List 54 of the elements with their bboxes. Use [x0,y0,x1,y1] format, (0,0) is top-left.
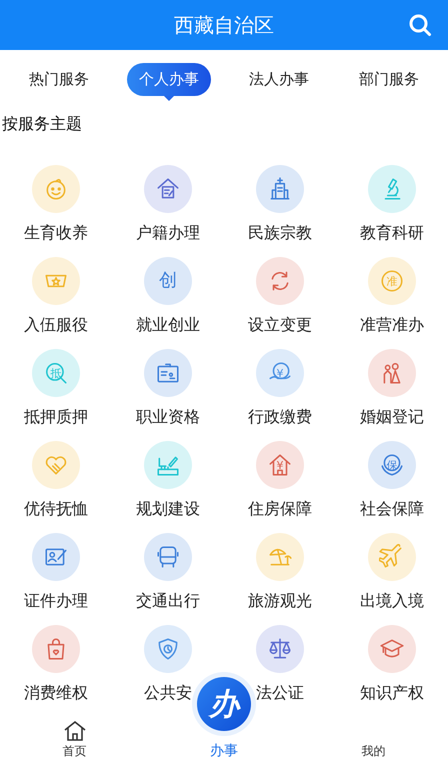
icon-circle[interactable] [144,533,192,581]
service-label[interactable]: 行政缴费 [248,407,312,428]
header-title: 西藏自治区 [174,12,274,38]
icon-circle[interactable] [256,625,304,673]
icon-character: ¥ [276,460,284,470]
service-label[interactable]: 旅游观光 [248,591,312,612]
center-action-button[interactable]: 办 [197,677,251,731]
icon-circle[interactable] [32,625,80,673]
icon-circle[interactable] [144,625,192,673]
service-label[interactable]: 户籍办理 [136,223,200,244]
service-label[interactable]: 消费维权 [24,683,88,704]
icon-circle[interactable] [144,441,192,489]
service-label[interactable]: 交通出行 [136,591,200,612]
icon-circle[interactable] [256,257,304,305]
nav-label[interactable]: 我的 [361,743,386,760]
tab-pointer-icon [164,96,174,100]
icon-circle[interactable] [256,165,304,213]
icon-character: ¥ [276,368,284,378]
search-icon[interactable] [408,13,432,37]
service-label[interactable]: 生育收养 [24,223,88,244]
service-label[interactable]: 教育科研 [360,223,424,244]
service-label[interactable]: 出境入境 [360,591,424,612]
service-label[interactable]: 规划建设 [136,499,200,520]
service-label[interactable]: 知识产权 [360,683,424,704]
service-label[interactable]: 法公证 [256,683,304,704]
icon-circle[interactable] [144,349,192,397]
home-icon[interactable] [62,719,87,743]
service-label[interactable]: 优待抚恤 [24,499,88,520]
service-label[interactable]: 民族宗教 [248,223,312,244]
service-label[interactable]: 设立变更 [248,315,312,336]
service-label[interactable]: 抵押质押 [24,407,88,428]
service-label[interactable]: 职业资格 [136,407,200,428]
service-label[interactable]: 婚姻登记 [360,407,424,428]
service-label[interactable]: 准营准办 [360,315,424,336]
icon-circle[interactable] [144,165,192,213]
tab[interactable]: 热门服务 [17,62,101,96]
icon-circle[interactable] [368,625,416,673]
service-label[interactable]: 入伍服役 [24,315,88,336]
nav-label[interactable]: 首页 [62,743,87,760]
icon-circle[interactable] [32,533,80,581]
tab[interactable]: 法人办事 [237,62,321,96]
section-title: 按服务主题 [1,113,83,135]
service-label[interactable]: 证件办理 [24,591,88,612]
service-label[interactable]: 社会保障 [360,499,424,520]
icon-circle[interactable] [368,349,416,397]
tab[interactable]: 部门服务 [347,62,431,96]
icon-character: 创 [159,272,177,290]
icon-character: 准 [386,276,398,286]
icon-character: 抵 [50,368,62,378]
nav-label[interactable]: 办事 [210,742,238,760]
icon-circle[interactable] [368,165,416,213]
service-label[interactable]: 就业创业 [136,315,200,336]
service-label[interactable]: 住房保障 [248,499,312,520]
service-label[interactable]: 公共安 [144,683,192,704]
